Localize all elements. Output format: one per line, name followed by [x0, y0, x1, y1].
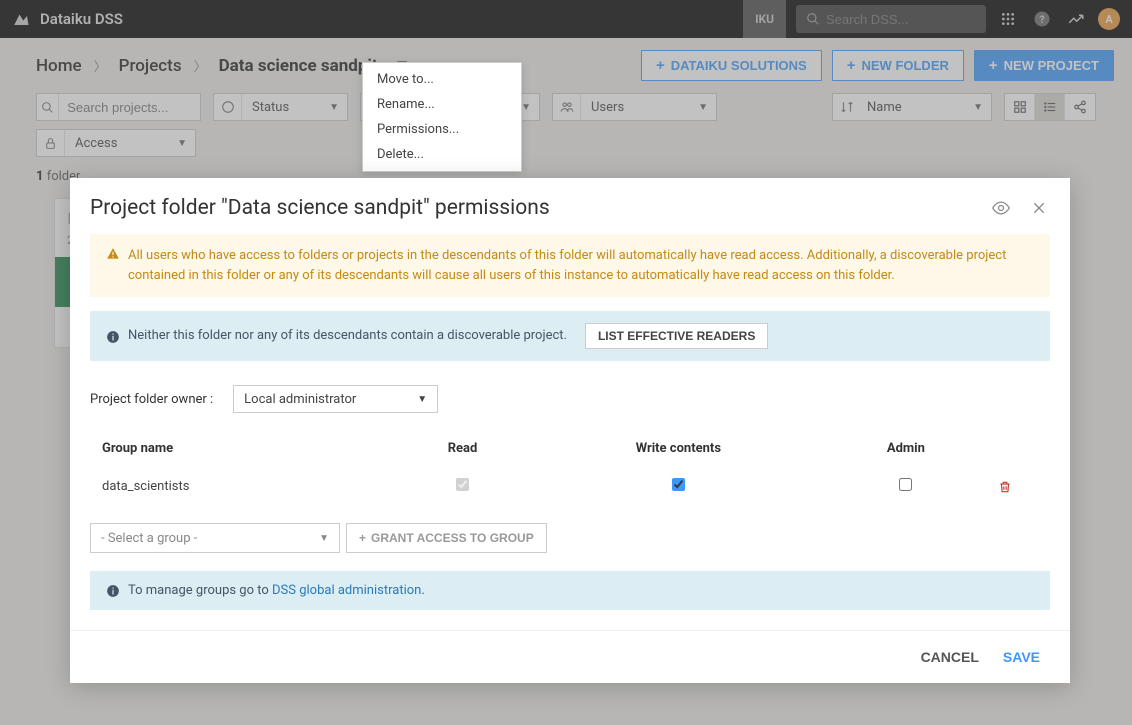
modal-header: Project folder "Data science sandpit" pe… [70, 178, 1070, 234]
folder-context-menu: Move to... Rename... Permissions... Dele… [362, 62, 522, 172]
group-cell: data_scientists [92, 466, 392, 507]
col-write: Write contents [533, 433, 824, 464]
eye-icon[interactable] [990, 197, 1012, 219]
alert-text: Neither this folder nor any of its desce… [128, 326, 567, 346]
permissions-modal: Project folder "Data science sandpit" pe… [70, 178, 1070, 683]
trash-icon[interactable] [998, 480, 1038, 494]
col-group: Group name [92, 433, 392, 464]
manage-prefix: To manage groups go to [128, 583, 272, 598]
owner-row: Project folder owner : Local administrat… [90, 375, 1050, 431]
col-admin: Admin [826, 433, 986, 464]
write-cell [533, 466, 824, 507]
col-actions [988, 433, 1048, 464]
modal-body: All users who have access to folders or … [70, 234, 1070, 630]
table-row: data_scientists [92, 466, 1048, 507]
alert-text: All users who have access to folders or … [128, 246, 1034, 285]
modal-title: Project folder "Data science sandpit" pe… [90, 196, 974, 220]
read-checkbox [456, 478, 469, 491]
alert-warning: All users who have access to folders or … [90, 234, 1050, 297]
write-checkbox[interactable] [672, 478, 685, 491]
owner-label: Project folder owner : [90, 392, 213, 407]
list-effective-readers-button[interactable]: LIST EFFECTIVE READERS [585, 323, 768, 349]
cancel-button[interactable]: CANCEL [921, 649, 979, 665]
alert-info: Neither this folder nor any of its desce… [90, 311, 1050, 361]
manage-text: To manage groups go to DSS global admini… [128, 583, 425, 598]
modal-footer: CANCEL SAVE [70, 630, 1070, 683]
manage-suffix: . [421, 583, 424, 598]
global-admin-link[interactable]: DSS global administration [272, 583, 421, 598]
menu-permissions[interactable]: Permissions... [363, 117, 521, 142]
manage-groups-note: To manage groups go to DSS global admini… [90, 571, 1050, 610]
warning-icon [106, 247, 120, 261]
admin-checkbox[interactable] [899, 478, 912, 491]
close-icon[interactable] [1028, 197, 1050, 219]
menu-move-to[interactable]: Move to... [363, 67, 521, 92]
caret-down-icon: ▼ [417, 394, 427, 405]
menu-rename[interactable]: Rename... [363, 92, 521, 117]
delete-cell [988, 466, 1048, 507]
group-placeholder: - Select a group - [101, 531, 197, 546]
plus-icon: + [359, 531, 366, 545]
owner-value: Local administrator [244, 392, 356, 407]
menu-delete[interactable]: Delete... [363, 142, 521, 167]
admin-cell [826, 466, 986, 507]
caret-down-icon: ▼ [319, 533, 329, 544]
info-icon [106, 584, 120, 598]
col-read: Read [394, 433, 531, 464]
permissions-table: Group name Read Write contents Admin dat… [90, 431, 1050, 509]
read-cell [394, 466, 531, 507]
save-button[interactable]: SAVE [1003, 649, 1040, 665]
add-group-row: - Select a group - ▼ + GRANT ACCESS TO G… [90, 509, 1050, 571]
info-icon [106, 330, 120, 344]
button-label: GRANT ACCESS TO GROUP [371, 531, 534, 545]
grant-access-button[interactable]: + GRANT ACCESS TO GROUP [346, 523, 547, 553]
owner-select[interactable]: Local administrator ▼ [233, 385, 438, 413]
group-select[interactable]: - Select a group - ▼ [90, 523, 340, 553]
